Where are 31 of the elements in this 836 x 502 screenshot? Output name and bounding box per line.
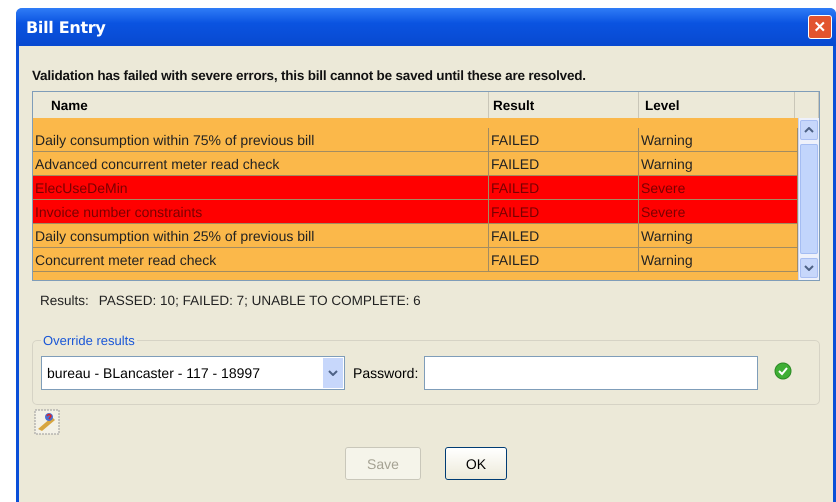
dialog-button[interactable]: OK xyxy=(445,447,507,480)
table-cell: Advanced concurrent meter read check xyxy=(33,152,489,175)
table-row[interactable]: Advanced concurrent meter read check FAILED Warning xyxy=(33,152,798,176)
table-cell: FAILED xyxy=(489,128,639,151)
chevron-down-icon xyxy=(328,370,338,376)
scroll-up-icon[interactable] xyxy=(804,127,814,133)
table-cell: Concurrent meter read check xyxy=(33,248,489,271)
table-row[interactable]: Concurrent meter read check FAILED Warning xyxy=(33,248,798,272)
table-cell: FAILED xyxy=(489,200,639,223)
help-icon[interactable] xyxy=(34,409,60,435)
table-cell: FAILED xyxy=(489,152,639,175)
table-cell: ElecUseDeMin xyxy=(33,176,489,199)
user-dropdown[interactable]: bureau - BLancaster - 117 - 18997 xyxy=(41,356,345,390)
table-row[interactable]: Daily consumption within 75% of previous bill FAILED Warning xyxy=(33,128,798,152)
results-summary: PASSED: 10; FAILED: 7; UNABLE TO COMPLETE: 6 xyxy=(98,293,421,310)
password-label: Password: xyxy=(353,365,418,381)
table-cell: Daily consumption within 75% of previous bill xyxy=(33,128,489,151)
error-message: Validation has failed with severe errors, this bill cannot be saved until these are resolved. xyxy=(32,68,587,85)
table-row[interactable]: Daily consumption within 25% of previous bill FAILED Warning xyxy=(33,224,798,248)
close-button[interactable]: ✕ xyxy=(808,15,832,39)
scrollbar[interactable] xyxy=(798,118,819,280)
table-cell: FAILED xyxy=(489,224,639,247)
table-cell: Invoice number constraints xyxy=(33,200,489,223)
override-legend: Override results xyxy=(41,333,137,348)
table-cell: Daily consumption within 25% of previous bill xyxy=(33,224,489,247)
scroll-down-icon[interactable] xyxy=(804,265,814,271)
window-title: Bill Entry xyxy=(26,18,106,36)
password-field[interactable] xyxy=(424,356,758,390)
results-label: Results: xyxy=(40,293,89,310)
table-cell: FAILED xyxy=(489,176,639,199)
table-cell: FAILED xyxy=(489,248,639,271)
